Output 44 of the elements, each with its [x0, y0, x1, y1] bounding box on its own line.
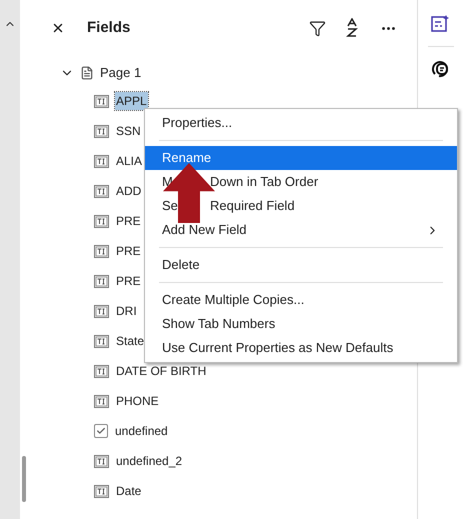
- scroll-thumb[interactable]: [22, 456, 26, 502]
- menu-item[interactable]: Delete: [145, 253, 457, 277]
- text-field-icon: [94, 364, 109, 378]
- comment-icon[interactable]: [430, 59, 450, 79]
- menu-item[interactable]: Se Required Field: [145, 194, 457, 218]
- text-field-icon: [94, 394, 109, 408]
- tree-item[interactable]: DRI: [115, 302, 138, 320]
- menu-item[interactable]: Rename: [145, 146, 457, 170]
- text-field-icon: [94, 454, 109, 468]
- menu-item[interactable]: Show Tab Numbers: [145, 312, 457, 336]
- tree-item[interactable]: State: [115, 332, 146, 350]
- menu-item[interactable]: Use Current Properties as New Defaults: [145, 336, 457, 360]
- text-field-icon: [94, 124, 109, 138]
- panel-title: Fields: [87, 18, 130, 38]
- tree-item[interactable]: undefined_2: [115, 452, 184, 470]
- tree-item[interactable]: Page 1: [100, 63, 142, 83]
- tree-item[interactable]: SSN: [115, 122, 142, 140]
- text-field-icon: [94, 94, 109, 108]
- tree-item[interactable]: ADD: [115, 182, 142, 200]
- filter-icon[interactable]: [309, 20, 326, 36]
- tree-item[interactable]: APPL: [115, 92, 148, 110]
- tree-item[interactable]: ALIA: [115, 152, 144, 170]
- sort-az-icon[interactable]: [346, 18, 358, 38]
- text-field-icon: [94, 274, 109, 288]
- page-icon: [80, 66, 94, 80]
- tree-item[interactable]: DATE OF BIRTH: [115, 362, 208, 380]
- text-field-icon: [94, 214, 109, 228]
- menu-item[interactable]: Create Multiple Copies...: [145, 288, 457, 312]
- text-field-icon: [94, 184, 109, 198]
- text-field-icon: [94, 154, 109, 168]
- tree-item[interactable]: PRE: [115, 272, 142, 290]
- text-field-icon: [94, 244, 109, 258]
- tree-item[interactable]: undefined: [114, 422, 169, 440]
- text-field-icon: [94, 484, 109, 498]
- menu-item[interactable]: Add New Field: [145, 218, 457, 242]
- tree-item[interactable]: PHONE: [115, 392, 160, 410]
- text-field-icon: [94, 334, 109, 348]
- checkbox-field-icon: [94, 424, 108, 438]
- menu-item[interactable]: Properties...: [145, 111, 457, 135]
- tree-item[interactable]: PRE: [115, 242, 142, 260]
- form-edit-icon[interactable]: [430, 14, 450, 34]
- tree-item[interactable]: Date: [115, 482, 142, 500]
- tree-item[interactable]: PRE: [115, 212, 142, 230]
- text-field-icon: [94, 304, 109, 318]
